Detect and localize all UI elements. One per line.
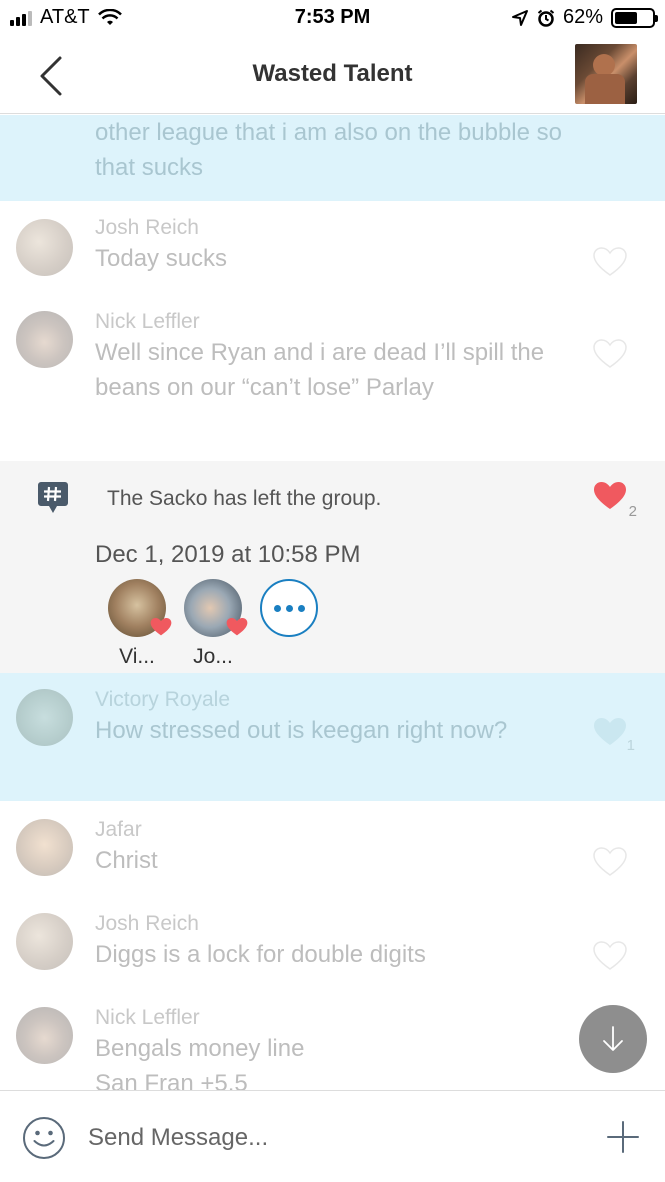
more-dots-icon[interactable] bbox=[260, 579, 318, 637]
sender-name: Nick Leffler bbox=[95, 310, 200, 333]
status-right: 62% bbox=[511, 6, 658, 29]
page-title: Wasted Talent bbox=[252, 60, 413, 87]
heart-outline-icon[interactable] bbox=[593, 847, 627, 877]
group-avatar[interactable] bbox=[575, 44, 637, 104]
heart-badge-icon bbox=[226, 617, 248, 636]
status-bar: AT&T 7:53 PM 62% bbox=[0, 0, 665, 38]
message-feed[interactable]: other league that i am also on the bubbl… bbox=[0, 115, 665, 1090]
liker-avatar[interactable] bbox=[108, 579, 172, 637]
nav-bar: Wasted Talent bbox=[0, 38, 665, 114]
location-arrow-icon bbox=[511, 9, 528, 26]
message-timestamp: Dec 1, 2019 at 10:58 PM bbox=[95, 541, 361, 568]
message-item[interactable]: Josh Reich Today sucks bbox=[0, 201, 665, 295]
liker-item[interactable]: Vi... bbox=[108, 579, 172, 669]
message-text: other league that i am also on the bubbl… bbox=[95, 119, 562, 181]
heart-outline-icon[interactable] bbox=[593, 339, 627, 369]
like-count: 1 bbox=[626, 737, 635, 754]
message-item[interactable]: Nick Leffler Bengals money line San Fran… bbox=[0, 989, 665, 1090]
message-text: Bengals money line bbox=[95, 1035, 305, 1062]
message-item[interactable]: Josh Reich Diggs is a lock for double di… bbox=[0, 895, 665, 989]
avatar[interactable] bbox=[16, 219, 73, 276]
message-text-line2: San Fran +5.5 bbox=[95, 1070, 248, 1090]
message-partial[interactable]: other league that i am also on the bubbl… bbox=[0, 115, 665, 201]
heart-filled-icon[interactable] bbox=[593, 481, 627, 511]
message-item[interactable]: Victory Royale How stressed out is keega… bbox=[0, 673, 665, 801]
scroll-to-bottom-button[interactable] bbox=[579, 1005, 647, 1073]
system-message[interactable]: The Sacko has left the group. 2 Dec 1, 2… bbox=[0, 461, 665, 673]
avatar[interactable] bbox=[16, 1007, 73, 1064]
likers-list: Vi... Jo... bbox=[108, 579, 318, 669]
avatar[interactable] bbox=[16, 311, 73, 368]
avatar[interactable] bbox=[16, 819, 73, 876]
message-text: Diggs is a lock for double digits bbox=[95, 941, 426, 968]
message-text: Christ bbox=[95, 847, 158, 874]
message-input[interactable] bbox=[88, 1121, 558, 1155]
battery-percent: 62% bbox=[562, 6, 603, 28]
message-composer bbox=[0, 1090, 665, 1182]
message-item[interactable]: Jafar Christ bbox=[0, 801, 665, 895]
message-text: Well since Ryan and i are dead I’ll spil… bbox=[95, 339, 545, 401]
sender-name: Jafar bbox=[95, 818, 142, 841]
avatar[interactable] bbox=[16, 689, 73, 746]
heart-outline-icon[interactable] bbox=[593, 247, 627, 277]
plus-icon[interactable] bbox=[605, 1119, 641, 1155]
liker-avatar[interactable] bbox=[184, 579, 248, 637]
message-item[interactable]: Nick Leffler Well since Ryan and i are d… bbox=[0, 295, 665, 461]
avatar[interactable] bbox=[16, 913, 73, 970]
battery-icon bbox=[611, 7, 658, 28]
message-text: Today sucks bbox=[95, 245, 228, 272]
heart-filled-icon[interactable] bbox=[593, 717, 627, 747]
sender-name: Nick Leffler bbox=[95, 1006, 200, 1029]
liker-item[interactable]: Jo... bbox=[184, 579, 248, 669]
heart-outline-icon[interactable] bbox=[593, 941, 627, 971]
liker-name: Jo... bbox=[193, 645, 233, 668]
sender-name: Josh Reich bbox=[95, 912, 199, 935]
alarm-icon bbox=[537, 9, 555, 27]
groupme-hashtag-icon bbox=[38, 482, 68, 513]
sender-name: Victory Royale bbox=[95, 688, 231, 711]
system-message-text: The Sacko has left the group. bbox=[107, 487, 382, 510]
like-count: 2 bbox=[628, 503, 637, 520]
sender-name: Josh Reich bbox=[95, 216, 199, 239]
liker-name: Vi... bbox=[119, 645, 155, 668]
arrow-down-icon bbox=[603, 1026, 623, 1051]
more-likers[interactable] bbox=[260, 579, 318, 669]
heart-badge-icon bbox=[150, 617, 172, 636]
message-text: How stressed out is keegan right now? bbox=[95, 717, 508, 744]
smiley-icon[interactable] bbox=[22, 1116, 66, 1160]
